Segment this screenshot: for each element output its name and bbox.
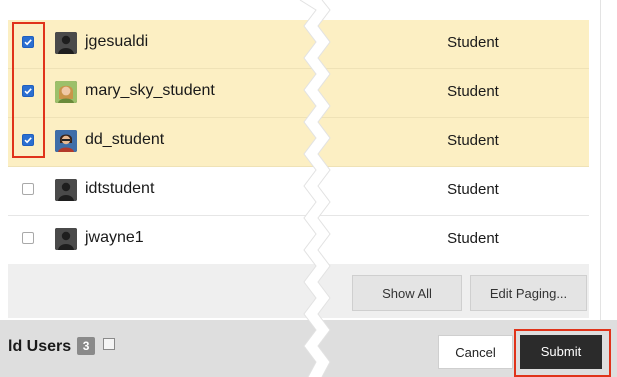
selected-users-label: ld Users bbox=[8, 338, 72, 355]
table-row[interactable]: mary_sky_student Student bbox=[8, 69, 589, 118]
role-label: Student bbox=[447, 83, 499, 100]
role-label: Student bbox=[447, 132, 499, 149]
edit-paging-button[interactable]: Edit Paging... bbox=[470, 275, 587, 311]
table-row[interactable]: dd_student Student bbox=[8, 118, 589, 167]
table-row[interactable]: jgesualdi Student bbox=[8, 20, 589, 69]
table-row[interactable]: idtstudent Student bbox=[8, 167, 589, 216]
username[interactable]: mary_sky_student bbox=[85, 82, 215, 100]
submit-button[interactable]: Submit bbox=[520, 335, 602, 369]
cancel-button[interactable]: Cancel bbox=[438, 335, 513, 369]
selected-users-heading: ld Users 3 bbox=[8, 337, 116, 356]
username[interactable]: jwayne1 bbox=[85, 229, 144, 247]
expand-toggle-icon[interactable] bbox=[103, 338, 116, 350]
photo-avatar-icon bbox=[55, 130, 77, 152]
selected-count-badge: 3 bbox=[77, 337, 96, 355]
default-avatar-icon bbox=[55, 228, 77, 250]
row-checkbox[interactable] bbox=[22, 134, 34, 146]
submit-bar: ld Users 3 Cancel Submit bbox=[0, 320, 617, 377]
row-checkbox[interactable] bbox=[22, 232, 34, 244]
default-avatar-icon bbox=[55, 32, 77, 54]
username[interactable]: idtstudent bbox=[85, 180, 154, 198]
row-checkbox[interactable] bbox=[22, 36, 34, 48]
table-row[interactable]: jwayne1 Student bbox=[8, 216, 589, 265]
role-label: Student bbox=[447, 230, 499, 247]
default-avatar-icon bbox=[55, 179, 77, 201]
username[interactable]: dd_student bbox=[85, 131, 164, 149]
role-label: Student bbox=[447, 34, 499, 51]
role-label: Student bbox=[447, 181, 499, 198]
photo-avatar-icon bbox=[55, 81, 77, 103]
row-checkbox[interactable] bbox=[22, 183, 34, 195]
username[interactable]: jgesualdi bbox=[85, 33, 148, 51]
paging-bar: Show All Edit Paging... bbox=[8, 264, 589, 318]
row-checkbox[interactable] bbox=[22, 85, 34, 97]
show-all-button[interactable]: Show All bbox=[352, 275, 462, 311]
